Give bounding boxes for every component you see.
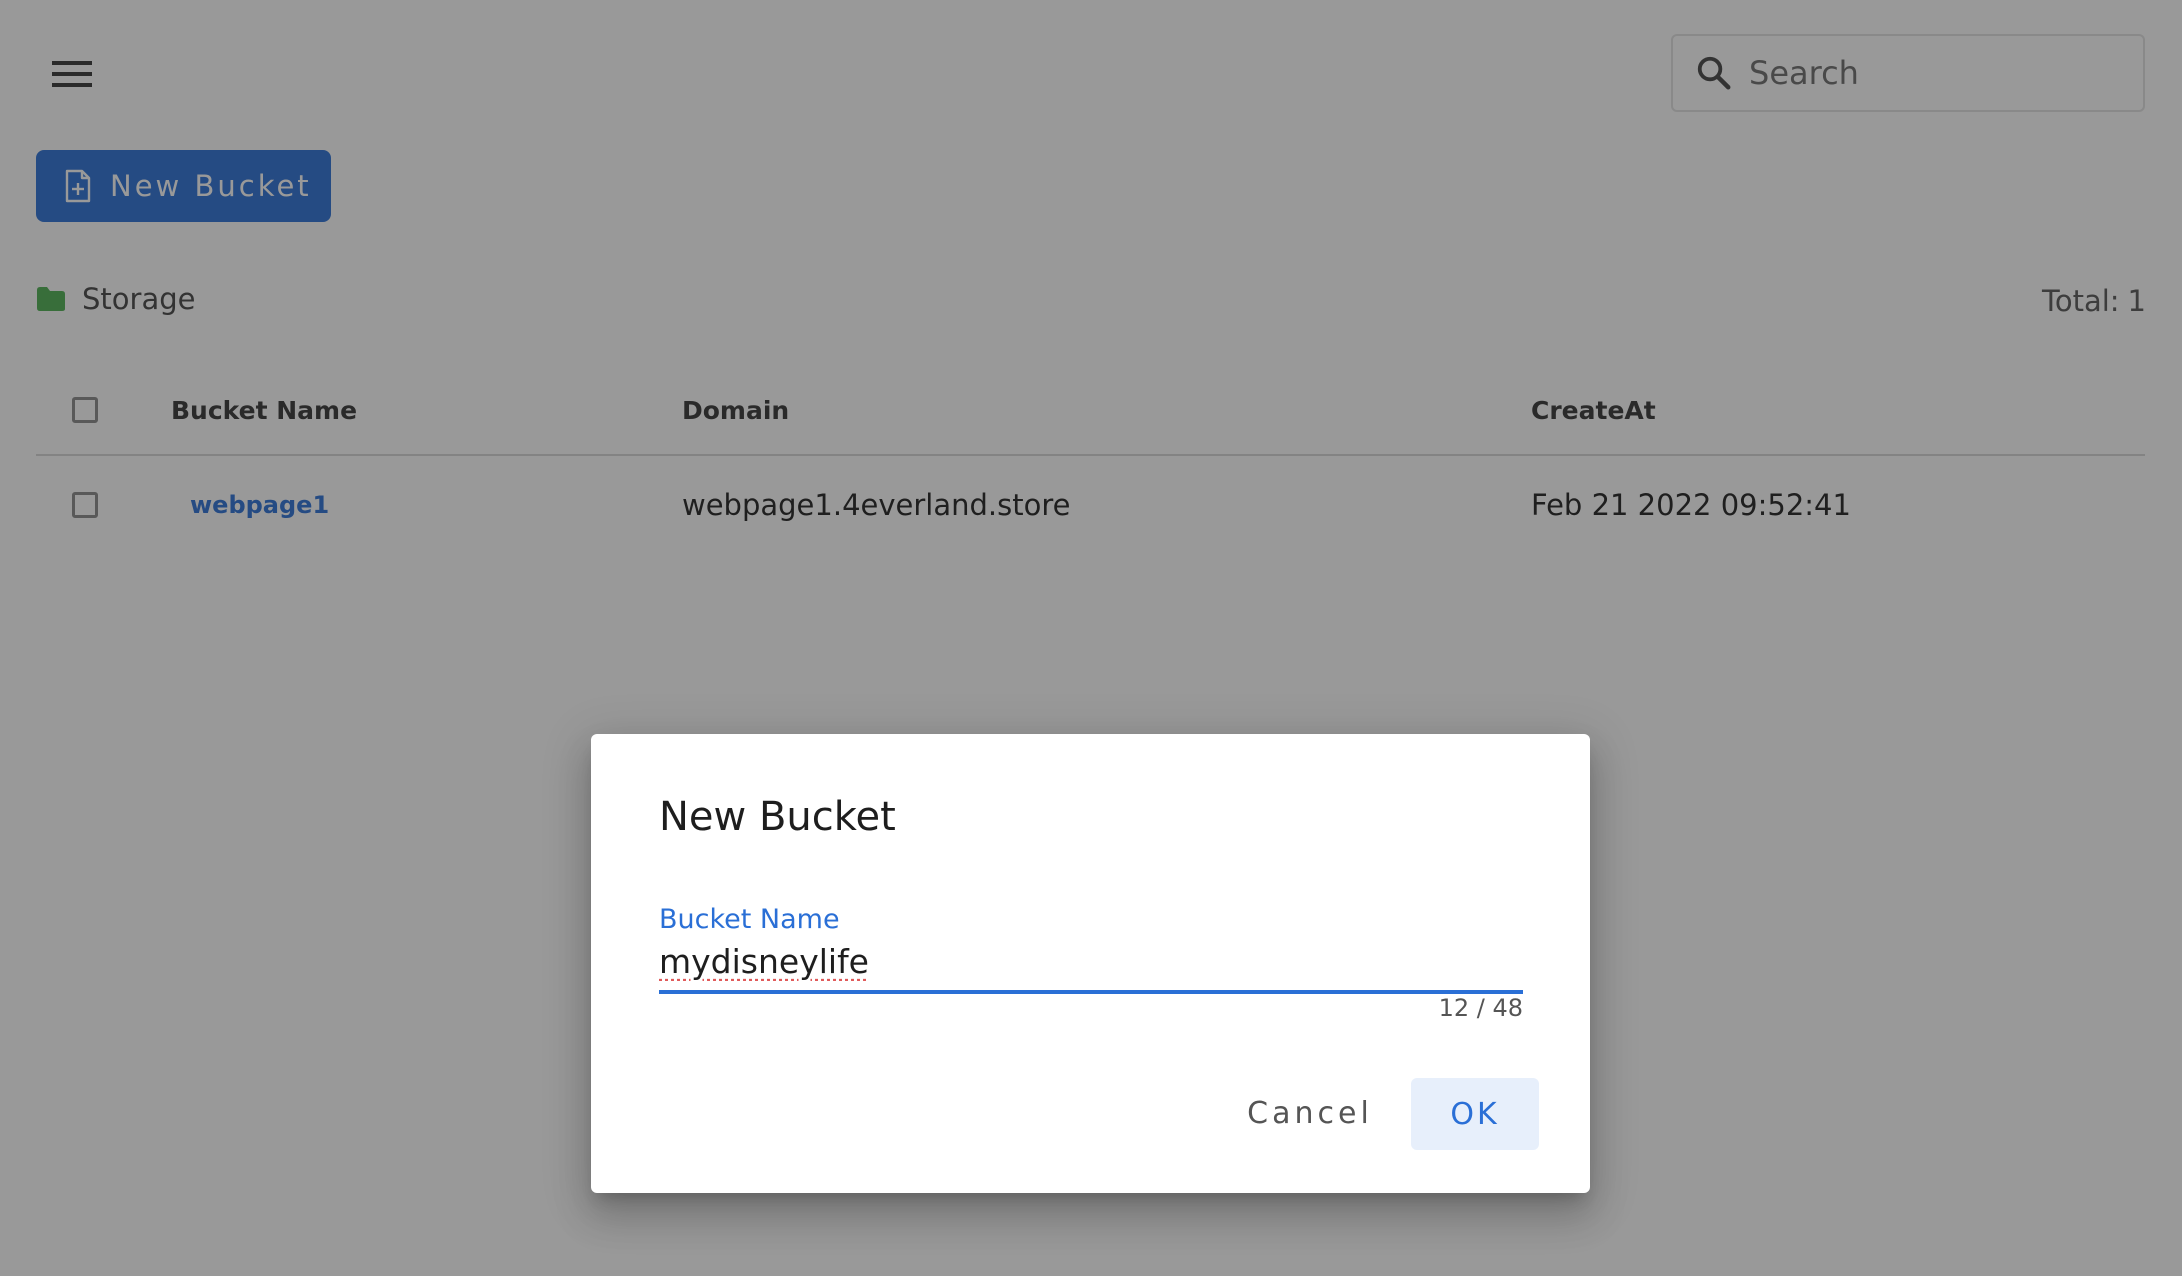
new-bucket-dialog: New Bucket Bucket Name 12 / 48 Cancel OK xyxy=(591,734,1590,1193)
storage-page: New Bucket Storage Total:1 Bucket Name D… xyxy=(0,0,2182,1276)
bucket-name-field[interactable] xyxy=(659,932,1523,994)
bucket-name-field-label: Bucket Name xyxy=(659,904,840,935)
cancel-button[interactable]: Cancel xyxy=(1235,1078,1385,1148)
character-counter: 12 / 48 xyxy=(1438,994,1523,1022)
dialog-title: New Bucket xyxy=(659,794,896,840)
ok-button[interactable]: OK xyxy=(1411,1078,1539,1150)
